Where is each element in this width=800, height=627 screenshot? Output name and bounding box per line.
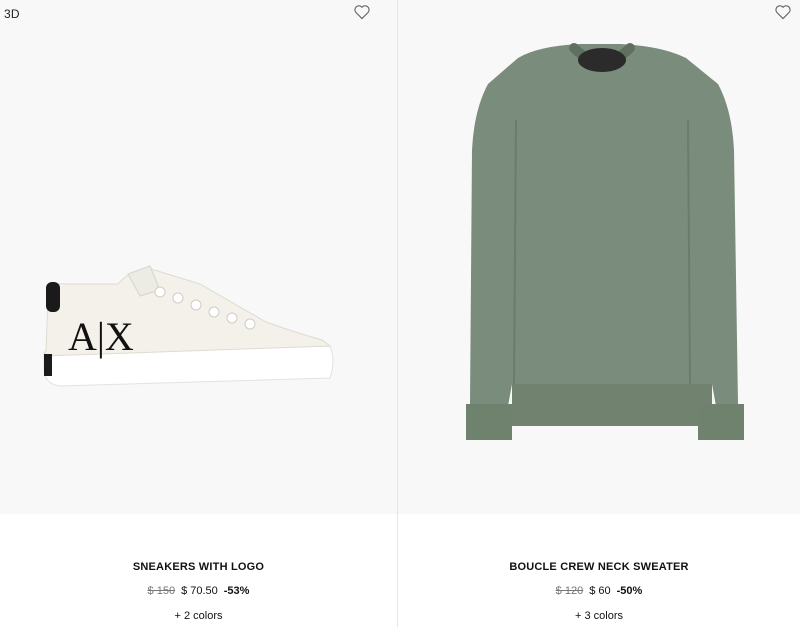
color-count[interactable]: + 3 colors bbox=[398, 610, 800, 622]
product-image-sweater[interactable] bbox=[398, 0, 800, 514]
product-title[interactable]: BOUCLE CREW NECK SWEATER bbox=[398, 561, 800, 573]
sneaker-image: A|X bbox=[43, 265, 334, 387]
sweater-image bbox=[466, 43, 744, 440]
color-count[interactable]: + 2 colors bbox=[0, 610, 397, 622]
original-price: $ 150 bbox=[147, 585, 176, 597]
discount-badge: -53% bbox=[223, 585, 250, 597]
product-grid: A|X 3D SNEAKERS WITH LOGO $ 150 $ 70.50 -5… bbox=[0, 0, 800, 627]
original-price: $ 120 bbox=[555, 585, 584, 597]
discount-badge: -50% bbox=[616, 585, 643, 597]
product-title[interactable]: SNEAKERS WITH LOGO bbox=[0, 561, 397, 573]
product-prices: $ 150 $ 70.50 -53% bbox=[0, 585, 397, 597]
product-card-sneakers[interactable]: A|X 3D SNEAKERS WITH LOGO $ 150 $ 70.50 -5… bbox=[0, 0, 398, 627]
product-image-sneakers[interactable]: A|X bbox=[0, 0, 397, 514]
sale-price: $ 70.50 bbox=[181, 585, 218, 597]
badge-3d: 3D bbox=[4, 7, 20, 21]
heart-icon[interactable] bbox=[774, 4, 792, 20]
product-prices: $ 120 $ 60 -50% bbox=[398, 585, 800, 597]
heart-icon[interactable] bbox=[353, 4, 371, 20]
sale-price: $ 60 bbox=[589, 585, 611, 597]
product-card-sweater[interactable]: BOUCLE CREW NECK SWEATER $ 120 $ 60 -50% +… bbox=[398, 0, 800, 627]
sneaker-logo: A|X bbox=[68, 314, 134, 359]
